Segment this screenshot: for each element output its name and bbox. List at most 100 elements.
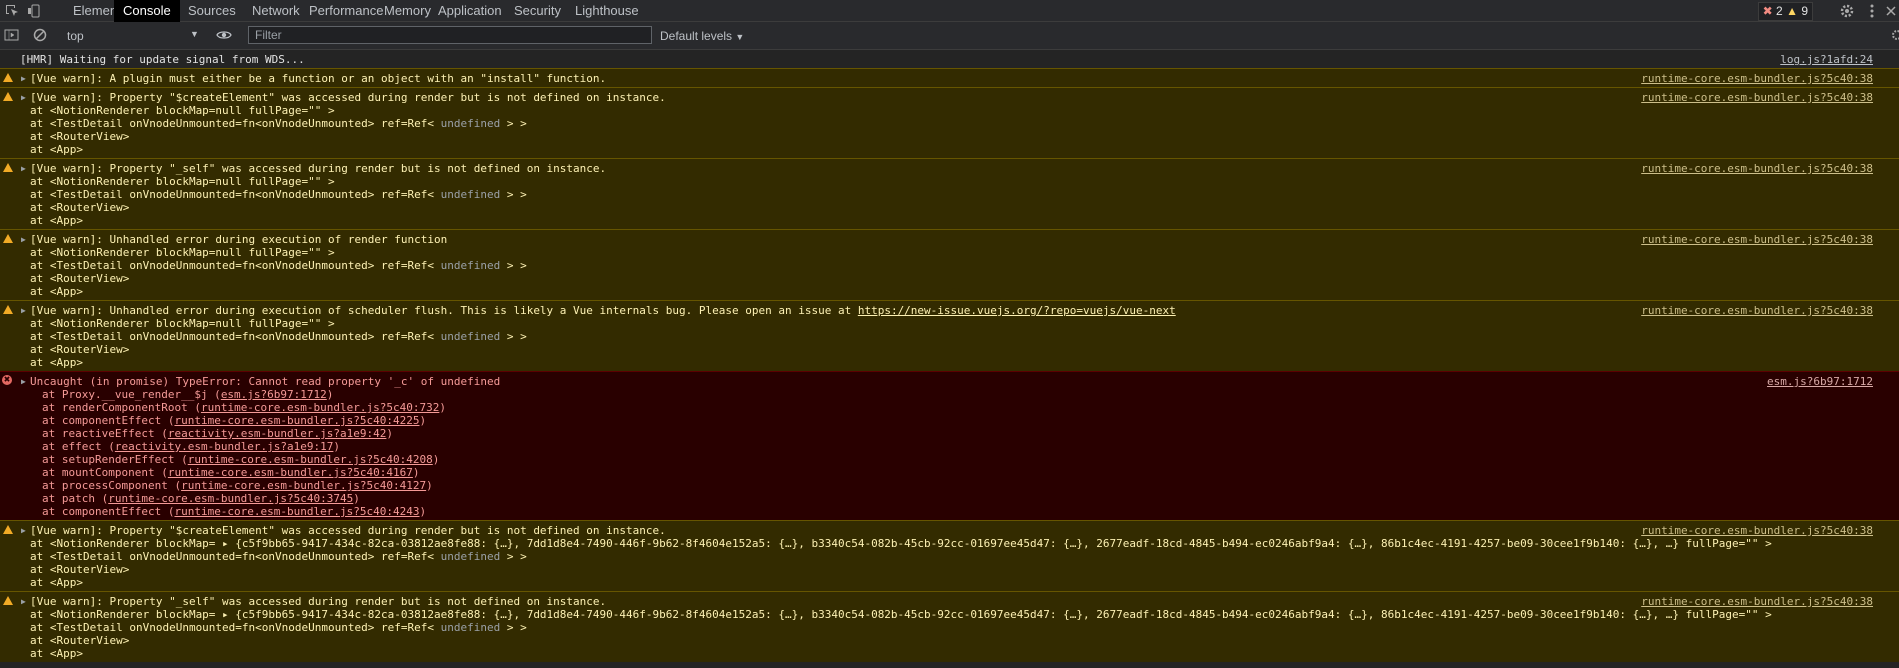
component-trace-line: at <RouterView> [30, 563, 130, 576]
stack-frame-link[interactable]: runtime-core.esm-bundler.js?5c40:4208 [188, 453, 433, 466]
message-text: [HMR] Waiting for update signal from WDS… [20, 53, 1899, 66]
console-message-warn: ▶ [Vue warn]: Property "$createElement" w… [0, 87, 1899, 158]
source-link[interactable]: runtime-core.esm-bundler.js?5c40:38 [1641, 162, 1873, 175]
stack-frame: at Proxy.__vue_render__$j (esm.js?6b97:1… [30, 388, 1899, 401]
stack-frame-suffix: ) [432, 453, 440, 466]
stack-frame-suffix: ) [333, 440, 341, 453]
close-icon[interactable] [1885, 3, 1897, 19]
error-icon: ✖ [2, 375, 12, 385]
filter-input[interactable] [248, 26, 652, 44]
stack-frame-suffix: ) [419, 505, 427, 518]
component-trace-line: at <NotionRenderer blockMap= ▸ {c5f9bb65… [30, 608, 1772, 621]
tab-console[interactable]: Console [114, 0, 180, 22]
component-trace-line: at <TestDetail onVnodeUnmounted=fn<onVno… [30, 330, 527, 343]
inspect-element-icon[interactable] [4, 3, 20, 19]
log-levels-label: Default levels [660, 29, 733, 43]
tab-sources[interactable]: Sources [179, 0, 245, 22]
expand-triangle-icon[interactable]: ▶ [21, 304, 26, 317]
component-trace-line: at <TestDetail onVnodeUnmounted=fn<onVno… [30, 621, 527, 634]
stack-frame-suffix: ) [412, 466, 420, 479]
chevron-down-icon[interactable]: ▼ [190, 29, 199, 39]
component-trace-line: at <NotionRenderer blockMap=null fullPag… [30, 246, 335, 259]
expand-triangle-icon[interactable]: ▶ [21, 524, 26, 537]
undefined-value: undefined [440, 550, 501, 563]
context-selector[interactable]: top [67, 29, 84, 43]
stack-frame-function: at effect ( [42, 440, 115, 453]
expand-triangle-icon[interactable]: ▶ [21, 162, 26, 175]
eye-icon[interactable] [216, 27, 232, 43]
kebab-menu-icon[interactable] [1867, 3, 1877, 19]
component-trace-line: at <RouterView> [30, 201, 130, 214]
console-message-warn: ▶ [Vue warn]: Unhandled error during exec… [0, 300, 1899, 371]
expand-triangle-icon[interactable]: ▶ [21, 91, 26, 104]
stack-frame-link[interactable]: esm.js?6b97:1712 [221, 388, 327, 401]
message-text: [Vue warn]: Property "$createElement" wa… [30, 524, 1899, 537]
message-text: [Vue warn]: Property "$createElement" wa… [30, 91, 1899, 104]
source-link[interactable]: runtime-core.esm-bundler.js?5c40:38 [1641, 595, 1873, 608]
tab-lighthouse[interactable]: Lighthouse [566, 0, 648, 22]
component-trace-line: at <TestDetail onVnodeUnmounted=fn<onVno… [30, 117, 527, 130]
component-trace-line: at <TestDetail onVnodeUnmounted=fn<onVno… [30, 188, 527, 201]
component-trace-line: at <App> [30, 214, 83, 227]
issue-counter[interactable]: ✖ 2 ▲ 9 [1757, 2, 1813, 21]
message-text-body: [Vue warn]: Unhandled error during execu… [30, 304, 858, 317]
stack-frame-function: at setupRenderEffect ( [42, 453, 188, 466]
console-settings-gear-icon[interactable] [1889, 28, 1899, 42]
stack-frame: at patch (runtime-core.esm-bundler.js?5c… [30, 492, 1899, 505]
message-text-body: [Vue warn]: Property "$createElement" wa… [30, 91, 666, 104]
tab-application[interactable]: Application [429, 0, 511, 22]
source-link[interactable]: esm.js?6b97:1712 [1767, 375, 1873, 388]
component-trace-line: at <App> [30, 285, 83, 298]
component-trace-line: at <NotionRenderer blockMap=null fullPag… [30, 104, 335, 117]
gear-icon[interactable] [1839, 3, 1855, 19]
warning-icon [3, 92, 13, 101]
stack-frame: at processComponent (runtime-core.esm-bu… [30, 479, 1899, 492]
console-message-warn: ▶ [Vue warn]: Unhandled error during exec… [0, 229, 1899, 300]
stack-frame-link[interactable]: reactivity.esm-bundler.js?a1e9:42 [168, 427, 387, 440]
source-link[interactable]: runtime-core.esm-bundler.js?5c40:38 [1641, 304, 1873, 317]
stack-frame: at effect (reactivity.esm-bundler.js?a1e… [30, 440, 1899, 453]
stack-frame-link[interactable]: runtime-core.esm-bundler.js?5c40:732 [201, 401, 439, 414]
warning-count-icon: ▲ [1786, 4, 1798, 18]
stack-frame-function: at componentEffect ( [42, 414, 175, 427]
stack-frame-link[interactable]: runtime-core.esm-bundler.js?5c40:4127 [181, 479, 426, 492]
source-link[interactable]: runtime-core.esm-bundler.js?5c40:38 [1641, 72, 1873, 85]
warning-icon [3, 305, 13, 314]
undefined-value: undefined [440, 188, 501, 201]
error-count: 2 [1776, 4, 1783, 18]
sidebar-toggle-icon[interactable] [4, 27, 20, 43]
message-text: [Vue warn]: Property "_self" was accesse… [30, 595, 1899, 608]
source-link[interactable]: log.js?1afd:24 [1780, 53, 1873, 66]
expand-triangle-icon[interactable]: ▶ [21, 375, 26, 388]
console-messages: [HMR] Waiting for update signal from WDS… [0, 50, 1899, 668]
error-count-icon: ✖ [1762, 4, 1773, 18]
stack-frame: at setupRenderEffect (runtime-core.esm-b… [30, 453, 1899, 466]
stack-frame-link[interactable]: reactivity.esm-bundler.js?a1e9:17 [115, 440, 334, 453]
source-link[interactable]: runtime-core.esm-bundler.js?5c40:38 [1641, 524, 1873, 537]
component-trace-line: at <RouterView> [30, 634, 130, 647]
stack-frame-function: at patch ( [42, 492, 109, 505]
stack-frame-link[interactable]: runtime-core.esm-bundler.js?5c40:4225 [174, 414, 419, 427]
tab-network[interactable]: Network [243, 0, 309, 22]
warning-count: 9 [1801, 4, 1808, 18]
expand-triangle-icon[interactable]: ▶ [21, 233, 26, 246]
expand-triangle-icon[interactable]: ▶ [21, 72, 26, 85]
stack-frame-link[interactable]: runtime-core.esm-bundler.js?5c40:3745 [108, 492, 353, 505]
device-toolbar-icon[interactable] [26, 3, 42, 19]
component-trace-line: at <NotionRenderer blockMap=null fullPag… [30, 175, 335, 188]
tab-security[interactable]: Security [505, 0, 570, 22]
stack-frame-link[interactable]: runtime-core.esm-bundler.js?5c40:4167 [168, 466, 413, 479]
message-text-body: [Vue warn]: Unhandled error during execu… [30, 233, 448, 246]
stack-frame: at componentEffect (runtime-core.esm-bun… [30, 414, 1899, 427]
source-link[interactable]: runtime-core.esm-bundler.js?5c40:38 [1641, 91, 1873, 104]
issue-link[interactable]: https://new-issue.vuejs.org/?repo=vuejs/… [858, 304, 1176, 317]
stack-frame-link[interactable]: runtime-core.esm-bundler.js?5c40:4243 [174, 505, 419, 518]
console-toolbar: top ▼ Default levels ▼ [0, 22, 1899, 50]
stack-frame-function: at processComponent ( [42, 479, 182, 492]
stack-frame-suffix: ) [353, 492, 360, 505]
expand-triangle-icon[interactable]: ▶ [21, 595, 26, 608]
source-link[interactable]: runtime-core.esm-bundler.js?5c40:38 [1641, 233, 1873, 246]
log-levels-dropdown[interactable]: Default levels ▼ [660, 29, 744, 43]
clear-console-icon[interactable] [32, 27, 48, 43]
message-text-body: [Vue warn]: Property "_self" was accesse… [30, 595, 607, 608]
